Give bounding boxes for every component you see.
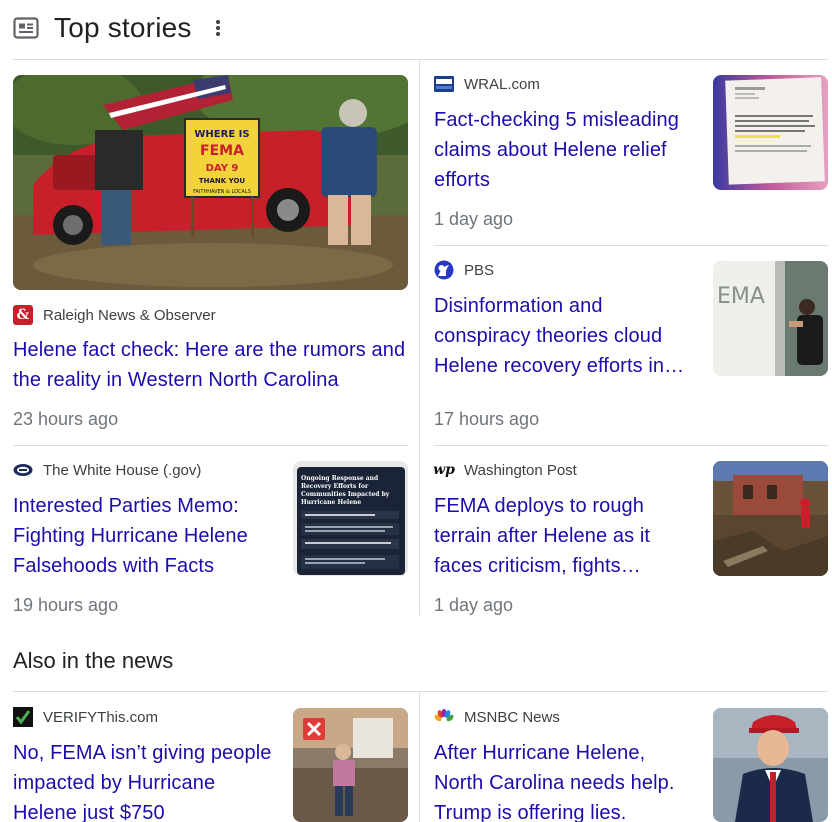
story-card[interactable]: VERIFYThis.com No, FEMA isn’t giving peo… bbox=[0, 692, 419, 822]
story-source: & Raleigh News & Observer bbox=[13, 305, 216, 325]
source-name: PBS bbox=[464, 261, 495, 279]
source-name: MSNBC News bbox=[464, 708, 560, 726]
washington-post-logo-icon: wp bbox=[433, 462, 455, 478]
verify-logo-icon bbox=[13, 707, 33, 727]
story-time: 1 day ago bbox=[434, 209, 514, 229]
story-headline[interactable]: Interested Parties Memo: Fighting Hurric… bbox=[13, 491, 273, 581]
story-thumbnail: Ongoing Response and Recovery Efforts fo… bbox=[293, 461, 408, 576]
sign-text: WHERE IS bbox=[194, 129, 249, 140]
thumbnail-text: EMA bbox=[717, 284, 765, 309]
source-name: WRAL.com bbox=[464, 75, 540, 93]
story-headline[interactable]: After Hurricane Helene, North Carolina n… bbox=[434, 738, 694, 822]
thumbnail-text: Ongoing Response and Recovery Efforts fo… bbox=[301, 475, 390, 506]
story-source: wp Washington Post bbox=[433, 460, 577, 480]
story-thumbnail bbox=[713, 75, 828, 190]
story-card[interactable]: WRAL.com Fact-checking 5 misleading clai… bbox=[420, 60, 832, 245]
story-headline[interactable]: FEMA deploys to rough terrain after Hele… bbox=[434, 491, 694, 581]
story-card[interactable]: The White House (.gov) Interested Partie… bbox=[0, 446, 419, 616]
story-card[interactable]: WHERE IS FEMA DAY 9 THANK YOU FAITHHAVEN… bbox=[0, 60, 419, 445]
white-house-logo-icon bbox=[13, 460, 33, 480]
story-card[interactable]: MSNBC News After Hurricane Helene, North… bbox=[420, 692, 832, 822]
pbs-logo-icon bbox=[434, 260, 454, 280]
story-card[interactable]: wp Washington Post FEMA deploys to rough… bbox=[420, 446, 832, 616]
story-source: The White House (.gov) bbox=[13, 460, 201, 480]
story-card[interactable]: PBS Disinformation and conspiracy theori… bbox=[420, 246, 832, 445]
source-name: VERIFYThis.com bbox=[43, 708, 159, 726]
top-stories-header: Top stories bbox=[13, 8, 222, 48]
source-name: The White House (.gov) bbox=[43, 461, 202, 479]
story-time: 1 day ago bbox=[434, 595, 514, 615]
story-source: MSNBC News bbox=[434, 707, 560, 727]
sign-text: FEMA bbox=[200, 143, 244, 159]
story-source: WRAL.com bbox=[434, 74, 540, 94]
story-headline[interactable]: Disinformation and conspiracy theories c… bbox=[434, 291, 694, 381]
news-observer-logo-icon: & bbox=[13, 305, 33, 325]
story-headline[interactable]: No, FEMA isn’t giving people impacted by… bbox=[13, 738, 273, 822]
story-thumbnail: WHERE IS FEMA DAY 9 THANK YOU FAITHHAVEN… bbox=[13, 75, 408, 290]
story-time: 17 hours ago bbox=[434, 409, 540, 429]
sign-text: FAITHHAVEN & LOCALS bbox=[193, 189, 251, 195]
story-thumbnail bbox=[713, 708, 828, 822]
sign-text: DAY 9 bbox=[206, 163, 239, 174]
story-source: VERIFYThis.com bbox=[13, 707, 158, 727]
msnbc-peacock-logo-icon bbox=[434, 707, 454, 727]
story-thumbnail bbox=[713, 461, 828, 576]
newspaper-icon bbox=[13, 17, 39, 39]
story-time: 23 hours ago bbox=[13, 409, 119, 429]
sign-text: THANK YOU bbox=[199, 177, 246, 185]
also-in-the-news-title: Also in the news bbox=[13, 648, 174, 673]
story-thumbnail: EMA bbox=[713, 261, 828, 376]
section-title: Top stories bbox=[54, 12, 192, 43]
story-thumbnail bbox=[293, 708, 408, 822]
story-headline[interactable]: Fact-checking 5 misleading claims about … bbox=[434, 105, 694, 195]
source-name: Washington Post bbox=[464, 461, 577, 479]
story-headline[interactable]: Helene fact check: Here are the rumors a… bbox=[13, 335, 408, 395]
wral-logo-icon bbox=[434, 74, 454, 94]
source-name: Raleigh News & Observer bbox=[43, 306, 216, 324]
story-source: PBS bbox=[434, 260, 494, 280]
story-time: 19 hours ago bbox=[13, 595, 119, 615]
more-options-icon[interactable] bbox=[214, 17, 222, 39]
